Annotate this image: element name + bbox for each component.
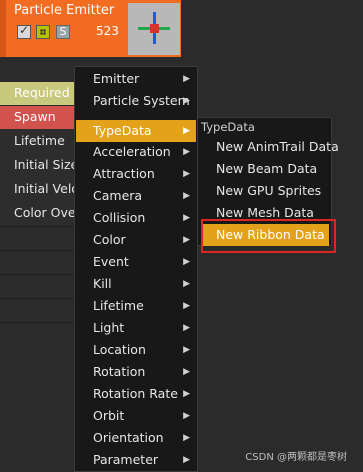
menu-item-label: Rotation [93, 364, 146, 379]
menu-item-attraction[interactable]: Attraction ▶ [76, 163, 196, 185]
submenu-header: TypeData [201, 120, 255, 134]
emitter-title: Particle Emitter [14, 3, 115, 18]
menu-item-label: Orientation [93, 430, 164, 445]
module-lifetime[interactable]: Lifetime [0, 130, 76, 153]
menu-item-label: Attraction [93, 166, 155, 181]
emitter-left-strip [0, 0, 6, 57]
submenu-item-new-gpu-sprites[interactable]: New GPU Sprites [202, 180, 329, 202]
divider [0, 298, 76, 299]
context-menu: Emitter ▶ Particle System ▶ TypeData ▶ Acce… [74, 66, 198, 472]
menu-item-orbit[interactable]: Orbit ▶ [76, 405, 196, 427]
module-color-over-life[interactable]: Color Over [0, 202, 76, 225]
menu-item-location[interactable]: Location ▶ [76, 339, 196, 361]
menu-item-color[interactable]: Color ▶ [76, 229, 196, 251]
menu-item-label: Color [93, 232, 126, 247]
menu-item-label: Acceleration [93, 144, 171, 159]
menu-item-light[interactable]: Light ▶ [76, 317, 196, 339]
menu-item-label: Particle System [93, 93, 190, 108]
emitter-header[interactable]: Particle Emitter S 523 [0, 0, 181, 57]
menu-item-label: Collision [93, 210, 146, 225]
chevron-right-icon: ▶ [183, 389, 190, 399]
menu-item-rotation[interactable]: Rotation ▶ [76, 361, 196, 383]
menu-item-label: Kill [93, 276, 112, 291]
chevron-right-icon: ▶ [183, 411, 190, 421]
divider [0, 274, 76, 275]
menu-item-label: Parameter [93, 452, 159, 467]
menu-item-particle-system[interactable]: Particle System ▶ [76, 90, 196, 112]
chevron-right-icon: ▶ [183, 191, 190, 201]
annotation-highlight-box [201, 219, 336, 253]
chevron-right-icon: ▶ [183, 323, 190, 333]
divider [0, 226, 76, 227]
menu-item-acceleration[interactable]: Acceleration ▶ [76, 141, 196, 163]
enabled-checkbox-icon[interactable] [17, 23, 31, 39]
module-spawn[interactable]: Spawn [0, 106, 76, 129]
solo-icon[interactable]: S [56, 25, 70, 39]
chevron-right-icon: ▶ [183, 235, 190, 245]
particle-count: 523 [96, 24, 119, 38]
menu-item-label: Light [93, 320, 125, 335]
menu-item-emitter[interactable]: Emitter ▶ [76, 68, 196, 90]
menu-item-rotation-rate[interactable]: Rotation Rate ▶ [76, 383, 196, 405]
module-initial-velocity[interactable]: Initial Velo [0, 178, 76, 201]
chevron-right-icon: ▶ [183, 455, 190, 465]
module-required[interactable]: Required [0, 82, 76, 105]
menu-item-typedata[interactable]: TypeData ▶ [76, 120, 196, 142]
menu-item-label: Emitter [93, 71, 140, 86]
chevron-right-icon: ▶ [183, 96, 190, 106]
menu-item-label: TypeData [93, 123, 152, 138]
menu-item-label: Camera [93, 188, 143, 203]
menu-item-lifetime[interactable]: Lifetime ▶ [76, 295, 196, 317]
menu-item-label: Rotation Rate [93, 386, 178, 401]
menu-item-label: Lifetime [93, 298, 144, 313]
chevron-right-icon: ▶ [183, 74, 190, 84]
watermark: CSDN @两颗都是枣树 [245, 452, 347, 463]
chevron-right-icon: ▶ [183, 257, 190, 267]
submenu-item-new-beam-data[interactable]: New Beam Data [202, 158, 329, 180]
chevron-right-icon: ▶ [183, 367, 190, 377]
menu-item-collision[interactable]: Collision ▶ [76, 207, 196, 229]
module-initial-size[interactable]: Initial Size [0, 154, 76, 177]
chevron-right-icon: ▶ [183, 279, 190, 289]
chevron-right-icon: ▶ [183, 147, 190, 157]
axis-origin-icon [150, 24, 159, 33]
chevron-right-icon: ▶ [183, 301, 190, 311]
chevron-right-icon: ▶ [183, 126, 190, 136]
emitter-thumbnail [128, 3, 180, 55]
chevron-right-icon: ▶ [183, 345, 190, 355]
menu-item-event[interactable]: Event ▶ [76, 251, 196, 273]
chevron-right-icon: ▶ [183, 433, 190, 443]
menu-item-label: Orbit [93, 408, 125, 423]
menu-item-label: Location [93, 342, 146, 357]
render-mode-icon[interactable] [36, 25, 50, 39]
chevron-right-icon: ▶ [183, 213, 190, 223]
menu-item-camera[interactable]: Camera ▶ [76, 185, 196, 207]
menu-item-orientation[interactable]: Orientation ▶ [76, 427, 196, 449]
menu-item-parameter[interactable]: Parameter ▶ [76, 449, 196, 471]
chevron-right-icon: ▶ [183, 169, 190, 179]
menu-item-label: Event [93, 254, 129, 269]
submenu-item-new-animtrail-data[interactable]: New AnimTrail Data [202, 136, 339, 158]
menu-item-kill[interactable]: Kill ▶ [76, 273, 196, 295]
divider [0, 322, 76, 323]
divider [0, 250, 76, 251]
